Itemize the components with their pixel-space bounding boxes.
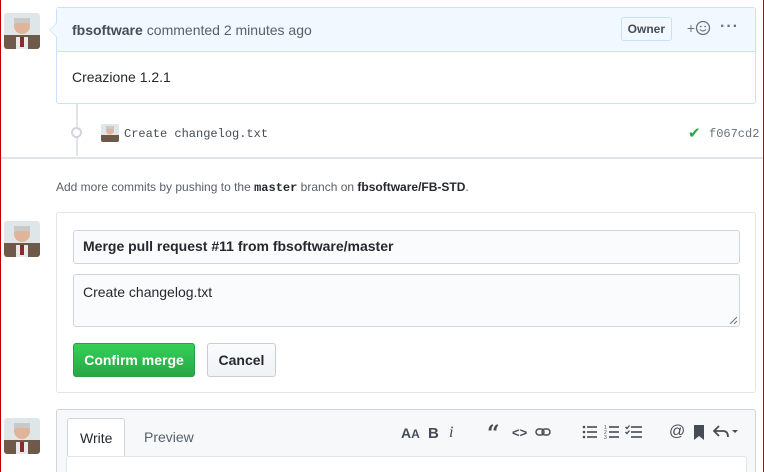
merge-message-text: Create changelog.txt xyxy=(83,284,213,300)
comment-author-avatar[interactable] xyxy=(4,13,40,49)
hint-repo: fbsoftware/FB-STD xyxy=(357,180,466,194)
italic-icon[interactable]: i xyxy=(449,424,453,442)
hint-suffix: . xyxy=(465,180,469,194)
confirm-merge-button[interactable]: Confirm merge xyxy=(73,343,195,377)
merge-form: Merge pull request #11 from fbsoftware/m… xyxy=(56,212,756,393)
cancel-button[interactable]: Cancel xyxy=(207,343,276,377)
new-comment-editor: Write Preview AA B i “ <> 123 @ xyxy=(56,409,756,472)
comment-time[interactable]: 2 minutes ago xyxy=(224,22,312,38)
owner-badge: Owner xyxy=(620,17,672,41)
tab-preview[interactable]: Preview xyxy=(132,418,206,456)
commit-author-avatar[interactable] xyxy=(101,124,119,142)
quote-icon[interactable]: “ xyxy=(487,421,500,447)
more-options-icon[interactable]: ··· xyxy=(720,18,739,36)
bold-icon[interactable]: B xyxy=(428,425,439,442)
section-divider xyxy=(0,157,764,159)
comment-action: commented xyxy=(146,21,220,38)
check-icon[interactable]: ✔ xyxy=(688,124,701,142)
numbered-list-icon[interactable]: 123 xyxy=(604,425,620,443)
tab-write[interactable]: Write xyxy=(67,418,126,456)
comment-box: fbsoftware commented 2 minutes ago Owner… xyxy=(49,7,756,104)
hint-prefix: Add more commits by pushing to the xyxy=(56,180,251,194)
comment-textarea[interactable] xyxy=(66,456,747,472)
smiley-icon xyxy=(695,20,711,36)
add-reaction-button[interactable]: + xyxy=(687,20,711,36)
commit-sha[interactable]: f067cd2 xyxy=(709,127,759,141)
comment-author[interactable]: fbsoftware xyxy=(72,22,143,38)
commit-message[interactable]: Create changelog.txt xyxy=(124,127,268,141)
code-icon[interactable]: <> xyxy=(512,425,527,440)
merge-hint: Add more commits by pushing to the maste… xyxy=(56,180,469,195)
text-size-icon[interactable]: AA xyxy=(401,425,420,441)
current-user-avatar[interactable] xyxy=(4,418,40,454)
bulleted-list-icon[interactable] xyxy=(582,425,598,443)
link-icon[interactable] xyxy=(535,425,551,443)
task-list-icon[interactable] xyxy=(625,425,643,443)
resize-handle-icon[interactable] xyxy=(729,316,737,324)
merge-author-avatar[interactable] xyxy=(4,221,40,257)
commit-row: Create changelog.txt ✔ f067cd2 xyxy=(66,120,760,146)
saved-reply-icon[interactable] xyxy=(693,425,705,444)
comment-body: Creazione 1.2.1 xyxy=(72,69,171,85)
hint-branch: master xyxy=(254,181,298,195)
merge-message-textarea[interactable]: Create changelog.txt xyxy=(73,274,740,327)
mention-icon[interactable]: @ xyxy=(669,423,685,441)
svg-text:3: 3 xyxy=(604,435,607,439)
hint-middle: branch on xyxy=(300,180,355,194)
plus-label: + xyxy=(686,20,695,36)
merge-title-input[interactable]: Merge pull request #11 from fbsoftware/m… xyxy=(73,230,740,264)
reply-icon[interactable] xyxy=(712,424,739,443)
